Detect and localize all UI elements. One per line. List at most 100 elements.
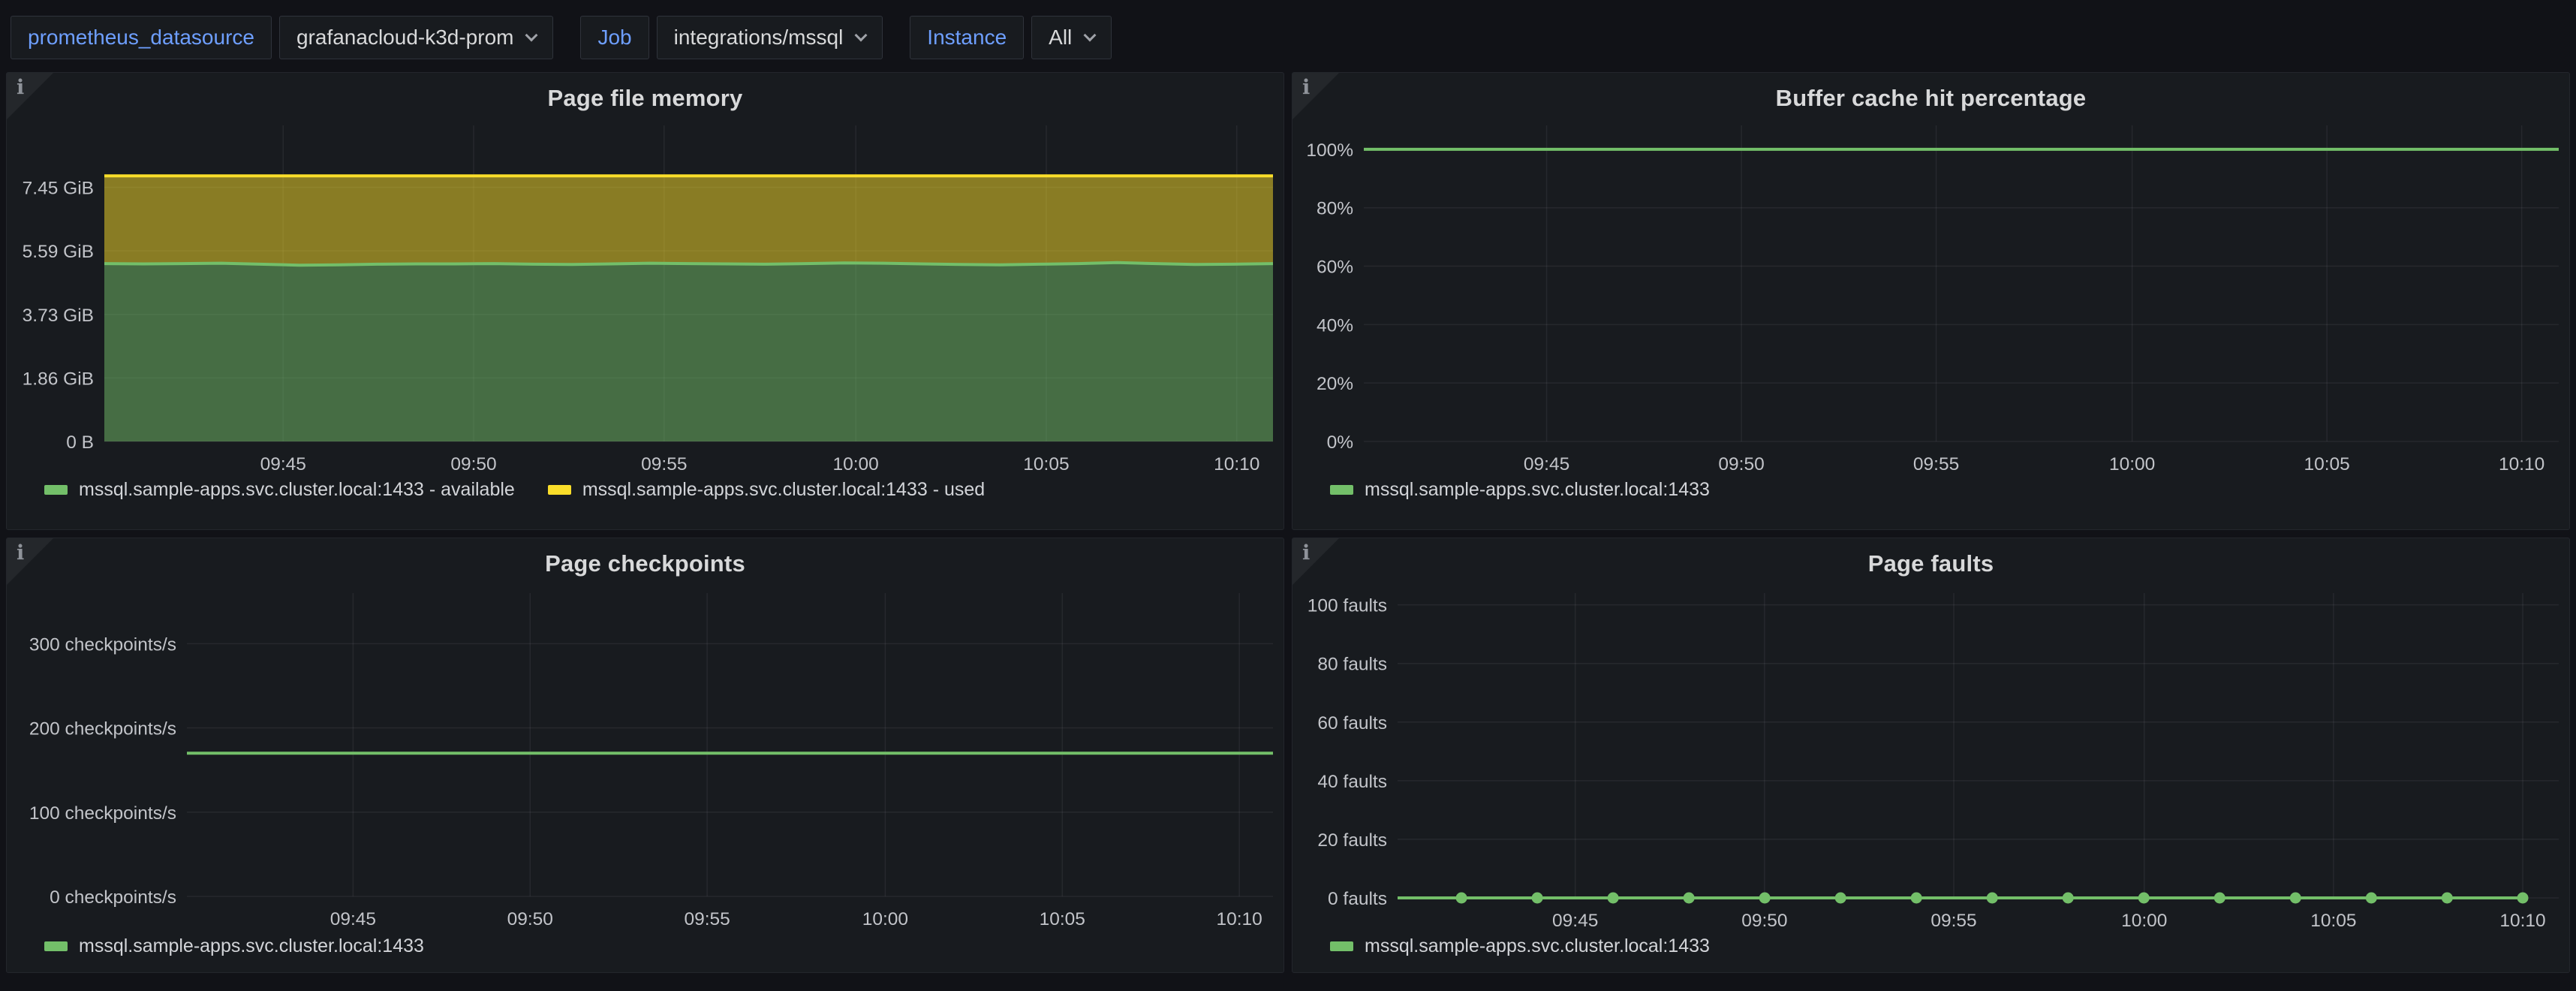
x-axis-tick-label: 09:45 <box>330 909 376 929</box>
y-axis-tick-label: 40% <box>1317 315 1353 336</box>
panel-legend: mssql.sample-apps.svc.cluster.local:1433 <box>1330 479 1710 501</box>
x-axis-tick-label: 10:00 <box>2121 911 2167 931</box>
chevron-down-icon <box>855 29 868 41</box>
chevron-down-icon <box>1084 29 1097 41</box>
x-axis-tick-label: 09:55 <box>1930 911 1976 931</box>
panel-info-corner[interactable]: i <box>7 538 53 585</box>
y-axis-tick-label: 300 checkpoints/s <box>29 634 176 655</box>
chart-canvas[interactable]: 0%20%40%60%80%100%09:4509:5009:5510:0010… <box>1293 73 2569 529</box>
panel-legend: mssql.sample-apps.svc.cluster.local:1433 <box>1330 935 1710 957</box>
chart-canvas[interactable]: 0 checkpoints/s 100 checkpoints/s 200 chec… <box>7 538 1283 972</box>
legend-item[interactable]: mssql.sample-apps.svc.cluster.local:1433… <box>44 479 515 501</box>
panel-info-corner[interactable]: i <box>1293 73 1339 119</box>
legend-label: mssql.sample-apps.svc.cluster.local:1433 <box>79 935 424 957</box>
y-axis-tick-label: 0 B <box>66 432 94 453</box>
data-point-marker <box>2366 893 2377 904</box>
y-axis-tick-label: 60% <box>1317 258 1353 278</box>
info-icon: i <box>17 541 24 565</box>
series-color-swatch <box>1330 941 1353 951</box>
panel-title[interactable]: Page file memory <box>7 85 1283 112</box>
x-axis-tick-label: 09:45 <box>1524 454 1569 474</box>
y-axis-tick-label: 60 faults <box>1317 713 1387 733</box>
panel-title[interactable]: Page checkpoints <box>7 550 1283 577</box>
panel-info-corner[interactable]: i <box>1293 538 1339 585</box>
legend-item[interactable]: mssql.sample-apps.svc.cluster.local:1433 <box>1330 479 1710 501</box>
panel-title[interactable]: Buffer cache hit percentage <box>1293 85 2569 112</box>
x-axis-tick-label: 09:50 <box>450 454 496 474</box>
y-axis-tick-label: 100% <box>1306 140 1353 161</box>
y-axis-tick-label: 7.45 GiB <box>23 179 94 199</box>
variable-group-job: Job integrations/mssql <box>580 16 883 59</box>
x-axis-tick-label: 10:00 <box>862 909 908 929</box>
y-axis-tick-label: 200 checkpoints/s <box>29 719 176 739</box>
data-point-marker <box>2214 893 2225 904</box>
x-axis-tick-label: 09:55 <box>641 454 687 474</box>
variable-select-datasource[interactable]: grafanacloud-k3d-prom <box>279 16 554 59</box>
data-point-marker <box>1684 893 1695 904</box>
panel-page-faults: 0 faults20 faults40 faults60 faults80 fa… <box>1292 538 2570 973</box>
y-axis-tick-label: 0 faults <box>1328 889 1387 909</box>
data-point-marker <box>1456 893 1467 904</box>
variable-value-text: grafanacloud-k3d-prom <box>296 27 514 48</box>
x-axis-tick-label: 10:10 <box>2499 454 2544 474</box>
data-point-marker <box>2517 893 2529 904</box>
series-area-0 <box>104 263 1273 441</box>
series-color-swatch <box>1330 485 1353 495</box>
y-axis-tick-label: 0% <box>1327 432 1353 453</box>
panel-info-corner[interactable]: i <box>7 73 53 119</box>
panel-grid: 0 B1.86 GiB3.73 GiB5.59 GiB7.45 GiB09:45… <box>6 72 2570 973</box>
x-axis-tick-label: 09:55 <box>1913 454 1959 474</box>
legend-label: mssql.sample-apps.svc.cluster.local:1433 <box>1365 935 1710 957</box>
x-axis-tick-label: 10:00 <box>2109 454 2155 474</box>
x-axis-tick-label: 10:05 <box>2310 911 2356 931</box>
x-axis-tick-label: 09:55 <box>684 909 730 929</box>
x-axis-tick-label: 09:50 <box>1741 911 1787 931</box>
chevron-down-icon <box>525 29 538 41</box>
legend-label: mssql.sample-apps.svc.cluster.local:1433… <box>582 479 985 501</box>
y-axis-tick-label: 100 faults <box>1308 596 1387 616</box>
x-axis-tick-label: 10:10 <box>1214 454 1259 474</box>
variable-group-instance: Instance All <box>910 16 1112 59</box>
legend-item[interactable]: mssql.sample-apps.svc.cluster.local:1433 <box>1330 935 1710 957</box>
x-axis-tick-label: 10:10 <box>1216 909 1262 929</box>
legend-item[interactable]: mssql.sample-apps.svc.cluster.local:1433 <box>44 935 424 957</box>
data-point-marker <box>1759 893 1771 904</box>
info-icon: i <box>1302 541 1310 565</box>
dashboard-toolbar: prometheus_datasource grafanacloud-k3d-p… <box>6 6 2570 72</box>
y-axis-tick-label: 0 checkpoints/s <box>50 887 176 908</box>
y-axis-tick-label: 5.59 GiB <box>23 242 94 262</box>
y-axis-tick-label: 3.73 GiB <box>23 306 94 326</box>
variable-value-text: integrations/mssql <box>674 27 844 48</box>
x-axis-tick-label: 09:50 <box>1718 454 1764 474</box>
data-point-marker <box>1911 893 1922 904</box>
y-axis-tick-label: 20% <box>1317 374 1353 394</box>
panel-page-file-memory: 0 B1.86 GiB3.73 GiB5.59 GiB7.45 GiB09:45… <box>6 72 1284 530</box>
series-color-swatch <box>44 485 68 495</box>
x-axis-tick-label: 09:45 <box>260 454 306 474</box>
chart-canvas[interactable]: 0 B1.86 GiB3.73 GiB5.59 GiB7.45 GiB09:45… <box>7 73 1283 529</box>
series-area-1 <box>104 176 1273 265</box>
data-point-marker <box>1608 893 1619 904</box>
variable-label-text: Job <box>597 27 631 48</box>
panel-buffer-cache-hit-percentage: 0%20%40%60%80%100%09:4509:5009:5510:0010… <box>1292 72 2570 530</box>
panel-legend: mssql.sample-apps.svc.cluster.local:1433… <box>44 479 985 501</box>
panel-title[interactable]: Page faults <box>1293 550 2569 577</box>
panel-page-checkpoints: 0 checkpoints/s 100 checkpoints/s 200 chec… <box>6 538 1284 973</box>
y-axis-tick-label: 100 checkpoints/s <box>29 803 176 824</box>
info-icon: i <box>17 76 24 99</box>
x-axis-tick-label: 10:05 <box>2304 454 2349 474</box>
variable-label-instance: Instance <box>910 16 1024 59</box>
legend-item[interactable]: mssql.sample-apps.svc.cluster.local:1433… <box>548 479 985 501</box>
x-axis-tick-label: 10:05 <box>1023 454 1069 474</box>
variable-select-instance[interactable]: All <box>1031 16 1112 59</box>
series-color-swatch <box>44 941 68 951</box>
grafana-dashboard: prometheus_datasource grafanacloud-k3d-p… <box>0 0 2576 991</box>
x-axis-tick-label: 09:45 <box>1552 911 1598 931</box>
panel-legend: mssql.sample-apps.svc.cluster.local:1433 <box>44 935 424 957</box>
data-point-marker <box>2063 893 2074 904</box>
legend-label: mssql.sample-apps.svc.cluster.local:1433 <box>1365 479 1710 501</box>
y-axis-tick-label: 80 faults <box>1317 655 1387 675</box>
chart-canvas[interactable]: 0 faults20 faults40 faults60 faults80 fa… <box>1293 538 2569 972</box>
variable-select-job[interactable]: integrations/mssql <box>657 16 883 59</box>
y-axis-tick-label: 20 faults <box>1317 830 1387 851</box>
